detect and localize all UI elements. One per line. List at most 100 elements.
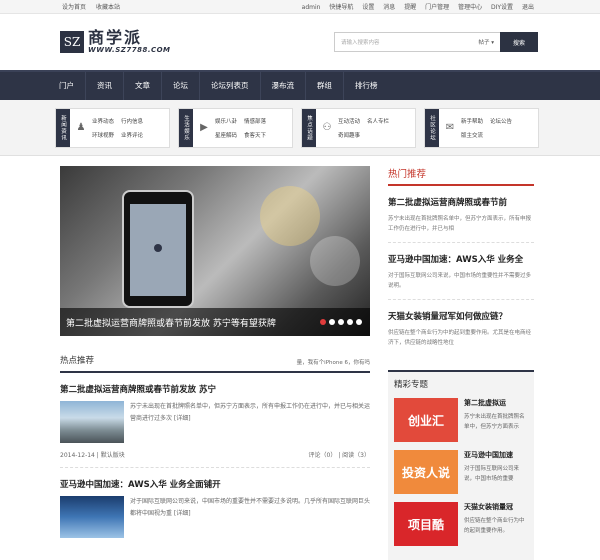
article-item: 亚马逊中国加速：AWS入华 业务全面铺开 对于国际互联网公司来说，中国市场的重要… (60, 468, 370, 538)
search-box: 请输入搜索内容 帖子 ▾ 搜索 (334, 32, 538, 52)
search-input[interactable]: 请输入搜索内容 帖子 ▾ (334, 32, 500, 52)
category-strip: 新闻资讯 ♟ 业界动态 行内信息 环球视野 业界评论 生活娱乐 ▶ 娱乐八卦 情… (0, 100, 600, 156)
category-box-news: 新闻资讯 ♟ 业界动态 行内信息 环球视野 业界评论 (55, 107, 170, 148)
topic-banner[interactable]: 创业汇 (394, 398, 458, 442)
right-column: 热门推荐 第二批虚拟运营商牌照或春节前 苏宁未出现在首批牌照名单中，但苏宁方面表… (388, 166, 534, 560)
category-box-topics: 焦点话题 ⚇ 互动活动 名人专栏 奇闻趣事 (301, 107, 416, 148)
article-meta: 2014-12-14 | 默认版块 评论（0） | 阅读（3） (60, 450, 370, 468)
top-bar: 设为首页 收藏本站 admin 快捷导航 设置 消息 提醒 门户管理 管理中心 … (0, 0, 600, 14)
category-link[interactable]: 行内信息 (121, 117, 143, 125)
category-link[interactable]: 环球视野 (92, 131, 114, 139)
nav-item-articles[interactable]: 文章 (124, 72, 162, 100)
hot-item-title[interactable]: 亚马逊中国加速：AWS入华 业务全 (388, 253, 534, 265)
category-link[interactable]: 情感部落 (244, 117, 266, 125)
topic-excerpt: 苏宁未出现在首批牌照名单中，但苏宁方面表示 (464, 414, 525, 430)
search-category-select[interactable]: 帖子 ▾ (478, 38, 494, 46)
topic-title[interactable]: 第二批虚拟运 (464, 398, 528, 408)
nav-item-forum[interactable]: 论坛 (162, 72, 200, 100)
article-reads: 阅读（3） (342, 452, 370, 459)
topic-banner[interactable]: 项目酷 (394, 502, 458, 546)
category-link[interactable]: 星座解码 (215, 131, 237, 139)
messages-link[interactable]: 消息 (383, 4, 395, 11)
article-comments[interactable]: 评论（0） (309, 452, 337, 459)
main-nav: 门户 资讯 文章 论坛 论坛列表页 瀑布流 群组 排行榜 (0, 70, 600, 100)
hot-item: 天猫女装销量冠军如何做应链？ 供应链在整个商业行为中的起到重要作用。尤其是在电商… (388, 310, 534, 356)
category-box-community: 社区论坛 ✉ 新手帮助 论坛公告 版主交流 (424, 107, 539, 148)
left-column: 第二批虚拟运营商牌照或春节前发放 苏宁等有望获牌 热点推荐 量，我有个iPhon… (60, 166, 370, 560)
category-title: 新闻资讯 (56, 108, 70, 147)
category-link[interactable]: 论坛公告 (490, 117, 512, 125)
topic-title[interactable]: 天猫女装销量冠 (464, 502, 528, 512)
slide-caption-text: 第二批虚拟运营商牌照或春节前发放 苏宁等有望获牌 (66, 318, 276, 329)
slider-dot[interactable] (320, 319, 326, 325)
nav-item-news[interactable]: 资讯 (86, 72, 124, 100)
hot-item-excerpt: 苏宁未出现在首批牌照名单中，但苏宁方面表示，所有申报工作仍在进行中，并已与相 (388, 216, 532, 232)
article-thumbnail[interactable] (60, 496, 124, 538)
site-header: SZ 商学派 WWW.SZ7788.COM 请输入搜索内容 帖子 ▾ 搜索 (0, 14, 600, 70)
category-title: 社区论坛 (425, 108, 439, 147)
slider-dot[interactable] (329, 319, 335, 325)
logout-link[interactable]: 退出 (522, 4, 534, 11)
category-link[interactable] (367, 131, 389, 139)
featured-slider[interactable]: 第二批虚拟运营商牌照或春节前发放 苏宁等有望获牌 (60, 166, 370, 336)
category-link[interactable]: 业界评论 (121, 131, 143, 139)
bokeh-light (310, 236, 360, 286)
nav-item-groups[interactable]: 群组 (306, 72, 344, 100)
logo-name: 商学派 (88, 28, 143, 47)
topic-excerpt: 供应链在整个商业行为中的起到重要作用。 (464, 518, 525, 534)
phone-screen (130, 204, 186, 296)
hot-item-excerpt: 供应链在整个商业行为中的起到重要作用。尤其是在电商经济下，供应链的战略性地位 (388, 330, 532, 346)
category-link[interactable]: 版主交流 (461, 131, 483, 139)
user-link[interactable]: admin (302, 4, 321, 11)
nav-item-rankings[interactable]: 排行榜 (344, 72, 389, 100)
portal-admin-link[interactable]: 门户管理 (425, 4, 449, 11)
featured-topics: 精彩专题 创业汇 第二批虚拟运 苏宁未出现在首批牌照名单中，但苏宁方面表示 投资… (388, 370, 534, 560)
alerts-link[interactable]: 提醒 (404, 4, 416, 11)
topic-excerpt: 对于国际互联网公司来说，中国市场的重要 (464, 466, 520, 482)
topic-banner[interactable]: 投资人说 (394, 450, 458, 494)
logo-mark: SZ (60, 31, 84, 53)
topic-item: 投资人说 亚马逊中国加速 对于国际互联网公司来说，中国市场的重要 (394, 450, 528, 494)
site-logo[interactable]: SZ 商学派 WWW.SZ7788.COM (60, 30, 171, 54)
article-date: 2014-12-14 (60, 452, 95, 459)
slider-dot[interactable] (356, 319, 362, 325)
hot-item-title[interactable]: 第二批虚拟运营商牌照或春节前 (388, 196, 534, 208)
hot-item-title[interactable]: 天猫女装销量冠军如何做应链？ (388, 310, 534, 322)
settings-link[interactable]: 设置 (362, 4, 374, 11)
map-pin-icon (154, 244, 162, 252)
category-link[interactable]: 奇闻趣事 (338, 131, 360, 139)
search-button[interactable]: 搜索 (500, 32, 538, 52)
person-icon: ♟ (76, 122, 86, 133)
bookmark-link[interactable]: 收藏本站 (96, 4, 120, 11)
group-icon: ⚇ (322, 122, 332, 133)
category-link[interactable]: 互动活动 (338, 117, 360, 125)
hot-section-marquee[interactable]: 量，我有个iPhone 6，你有吗 (297, 358, 370, 366)
set-homepage-link[interactable]: 设为首页 (62, 4, 86, 11)
category-link[interactable]: 食客天下 (244, 131, 266, 139)
category-link[interactable]: 业界动态 (92, 117, 114, 125)
nav-item-portal[interactable]: 门户 (48, 72, 86, 100)
article-title[interactable]: 第二批虚拟运营商牌照或春节前发放 苏宁 (60, 383, 370, 395)
category-link[interactable]: 新手帮助 (461, 117, 483, 125)
article-title[interactable]: 亚马逊中国加速：AWS入华 业务全面铺开 (60, 478, 370, 490)
category-link[interactable] (490, 131, 512, 139)
topic-item: 创业汇 第二批虚拟运 苏宁未出现在首批牌照名单中，但苏宁方面表示 (394, 398, 528, 442)
diy-settings-link[interactable]: DIY设置 (491, 4, 513, 11)
article-category[interactable]: 默认版块 (101, 452, 125, 459)
hot-item: 亚马逊中国加速：AWS入华 业务全 对于国际互联网公司来说，中国市场的重要性并不… (388, 253, 534, 300)
category-link[interactable]: 娱乐八卦 (215, 117, 237, 125)
topic-title[interactable]: 亚马逊中国加速 (464, 450, 528, 460)
bokeh-light (260, 186, 320, 246)
article-thumbnail[interactable] (60, 401, 124, 443)
article-item: 第二批虚拟运营商牌照或春节前发放 苏宁 苏宁未出现在首批牌照名单中，但苏宁方面表… (60, 373, 370, 468)
quick-nav-link[interactable]: 快捷导航 (329, 4, 353, 11)
category-link[interactable]: 名人专栏 (367, 117, 389, 125)
nav-item-waterfall[interactable]: 瀑布流 (261, 72, 306, 100)
hot-section-header: 热点推荐 量，我有个iPhone 6，你有吗 (60, 354, 370, 373)
hot-item: 第二批虚拟运营商牌照或春节前 苏宁未出现在首批牌照名单中，但苏宁方面表示，所有申… (388, 196, 534, 243)
category-title: 焦点话题 (302, 108, 316, 147)
admin-center-link[interactable]: 管理中心 (458, 4, 482, 11)
slider-dot[interactable] (347, 319, 353, 325)
nav-item-forum-list[interactable]: 论坛列表页 (200, 72, 261, 100)
slider-dot[interactable] (338, 319, 344, 325)
